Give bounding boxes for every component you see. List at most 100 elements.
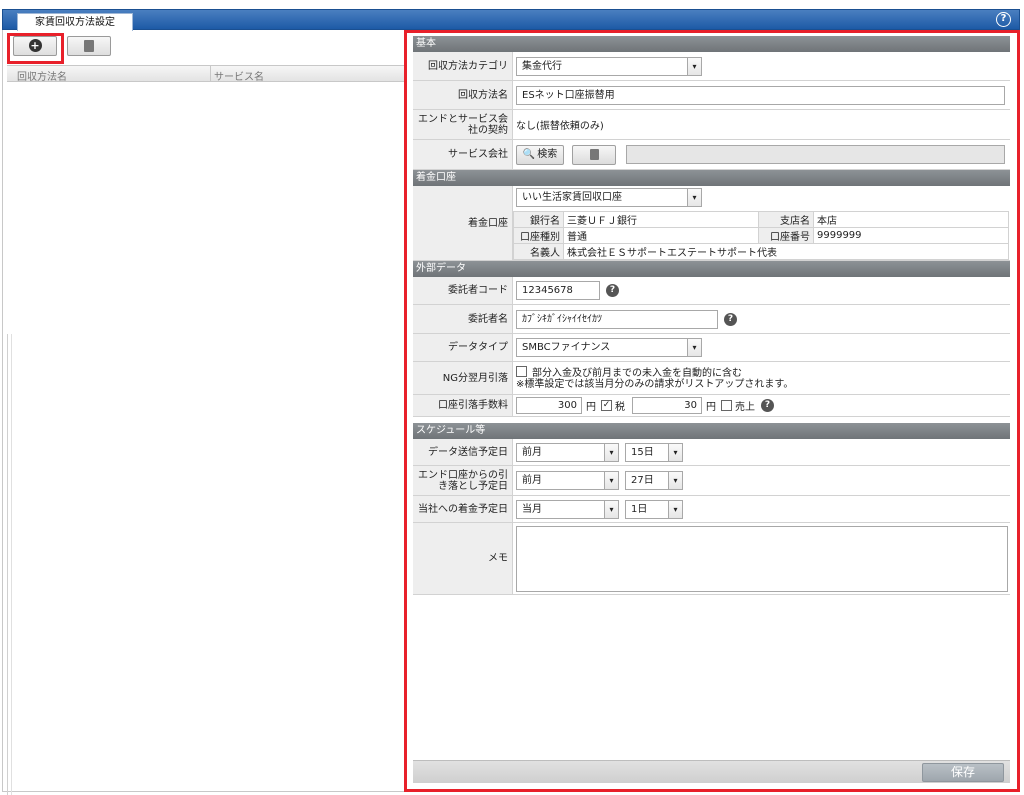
account-number-label: 口座番号 [758, 227, 814, 244]
trash-icon [84, 40, 94, 52]
method-name-input[interactable]: ESネット口座振替用 [516, 85, 1005, 105]
sales-checkbox[interactable] [721, 400, 732, 411]
row-send-date: データ送信予定日 前月 ▾ 15日 ▾ [413, 439, 1010, 466]
row-deposit-account: 着金口座 いい生活家賃回収口座 ▾ 銀行名 三菱ＵＦＪ銀行 支店名 本店 口座種… [413, 186, 1010, 261]
consignor-code-input[interactable]: 12345678 [516, 281, 600, 300]
column-header-method-name[interactable]: 回収方法名 [17, 68, 67, 83]
row-debit-date: エンド口座からの引き落とし予定日 前月 ▾ 27日 ▾ [413, 466, 1010, 496]
section-header-schedule: スケジュール等 [413, 423, 1010, 439]
sales-label: 売上 [735, 402, 755, 413]
arrival-day-value: 1日 [631, 503, 648, 515]
collection-method-list-panel: + 回収方法名 サービス名 [2, 30, 405, 795]
consignor-name-input[interactable]: ｶﾌﾞｼｷｶﾞｲｼｬｲｲｾｲｶﾂ [516, 309, 718, 329]
list-header: 回収方法名 サービス名 [7, 65, 405, 83]
bank-name-value: 三菱ＵＦＪ銀行 [563, 211, 759, 228]
form-footer: 保存 [413, 760, 1010, 783]
bank-info-table: 銀行名 三菱ＵＦＪ銀行 支店名 本店 口座種別 普通 口座番号 9999999 … [513, 211, 1009, 260]
chevron-down-icon[interactable]: ▾ [604, 472, 618, 489]
memo-textarea[interactable] [516, 525, 1008, 592]
contract-label: エンドとサービス会社の契約 [413, 110, 513, 139]
help-icon[interactable]: ? [724, 312, 737, 326]
column-header-service-name[interactable]: サービス名 [214, 68, 264, 83]
row-memo: メモ [413, 523, 1010, 595]
add-button[interactable]: + [13, 36, 57, 56]
account-holder-value: 株式会社ＥＳサポートエステートサポート代表 [563, 243, 1009, 260]
arrival-month-select[interactable]: 当月 ▾ [516, 499, 619, 519]
chevron-down-icon[interactable]: ▾ [604, 500, 618, 518]
window-titlebar: 家賃回収方法設定 ? [2, 9, 1020, 31]
debit-day-value: 27日 [631, 475, 654, 486]
chevron-down-icon[interactable]: ▾ [687, 339, 701, 356]
send-date-label: データ送信予定日 [413, 439, 513, 465]
bank-name-label: 銀行名 [513, 211, 564, 228]
arrival-month-value: 当月 [522, 503, 542, 515]
category-select[interactable]: 集金代行 ▾ [516, 56, 702, 76]
method-name-label: 回収方法名 [413, 81, 513, 109]
chevron-down-icon[interactable]: ▾ [668, 472, 682, 489]
help-icon[interactable]: ? [606, 284, 619, 297]
row-ng-next-month: NG分翌月引落 部分入金及び前月までの未入金を自動的に含む ※標準設定では該当月… [413, 362, 1010, 395]
row-consignor-code: 委託者コード 12345678 ? [413, 277, 1010, 305]
data-type-label: データタイプ [413, 334, 513, 361]
send-month-value: 前月 [522, 446, 542, 458]
account-type-label: 口座種別 [513, 227, 564, 244]
section-header-basic: 基本 [413, 36, 1010, 52]
send-month-select[interactable]: 前月 ▾ [516, 442, 619, 462]
tax-input[interactable]: 30 [632, 397, 702, 414]
tax-label: 税 [615, 402, 625, 413]
chevron-down-icon[interactable]: ▾ [687, 189, 701, 206]
list-border [7, 334, 8, 795]
detail-form: 基本 回収方法カテゴリ 集金代行 ▾ 回収方法名 ESネット口座振替用 エンドと… [413, 36, 1010, 595]
contract-value: なし(振替依頼のみ) [516, 121, 604, 132]
include-unpaid-checkbox[interactable] [516, 366, 527, 377]
clear-service-button[interactable] [572, 144, 616, 165]
debit-month-value: 前月 [522, 475, 542, 486]
data-type-select[interactable]: SMBCファイナンス ▾ [516, 338, 702, 357]
debit-month-select[interactable]: 前月 ▾ [516, 471, 619, 490]
category-label: 回収方法カテゴリ [413, 52, 513, 80]
tab-rent-collection-settings[interactable]: 家賃回収方法設定 [17, 13, 133, 31]
chevron-down-icon[interactable]: ▾ [604, 443, 618, 461]
ng-note: ※標準設定では該当月分のみの請求がリストアップされます。 [516, 379, 794, 390]
row-service-company: サービス会社 🔍 検索 [413, 140, 1010, 170]
chevron-down-icon[interactable]: ▾ [687, 57, 701, 75]
account-type-value: 普通 [563, 227, 759, 244]
debit-date-label: エンド口座からの引き落とし予定日 [413, 466, 513, 495]
service-company-field [626, 145, 1005, 164]
search-icon: 🔍 [522, 148, 536, 160]
ng-next-month-label: NG分翌月引落 [413, 362, 513, 394]
debit-fee-input[interactable]: 300 [516, 397, 582, 414]
help-icon[interactable]: ? [996, 12, 1011, 27]
row-debit-fee: 口座引落手数料 300 円 ✓ 税 30 円 売上 ? [413, 395, 1010, 417]
branch-name-label: 支店名 [758, 211, 814, 228]
branch-name-value: 本店 [813, 211, 1009, 228]
row-arrival-date: 当社への着金予定日 当月 ▾ 1日 ▾ [413, 496, 1010, 523]
account-number-value: 9999999 [813, 227, 1009, 244]
consignor-code-label: 委託者コード [413, 277, 513, 304]
service-company-label: サービス会社 [413, 140, 513, 169]
section-header-deposit: 着金口座 [413, 170, 1010, 186]
chevron-down-icon[interactable]: ▾ [668, 500, 682, 518]
delete-button[interactable] [67, 36, 111, 56]
send-day-select[interactable]: 15日 ▾ [625, 442, 683, 462]
tax-checkbox[interactable]: ✓ [601, 400, 612, 411]
arrival-date-label: 当社への着金予定日 [413, 496, 513, 522]
debit-day-select[interactable]: 27日 ▾ [625, 471, 683, 490]
row-data-type: データタイプ SMBCファイナンス ▾ [413, 334, 1010, 362]
category-select-value: 集金代行 [522, 60, 562, 72]
chevron-down-icon[interactable]: ▾ [668, 443, 682, 461]
help-icon[interactable]: ? [761, 399, 774, 412]
row-method-name: 回収方法名 ESネット口座振替用 [413, 81, 1010, 110]
save-button[interactable]: 保存 [922, 763, 1004, 782]
consignor-name-label: 委託者名 [413, 305, 513, 333]
row-category: 回収方法カテゴリ 集金代行 ▾ [413, 52, 1010, 81]
arrival-day-select[interactable]: 1日 ▾ [625, 499, 683, 519]
account-holder-label: 名義人 [513, 243, 564, 260]
deposit-account-select[interactable]: いい生活家賃回収口座 ▾ [516, 188, 702, 207]
section-header-external: 外部データ [413, 261, 1010, 277]
trash-icon [589, 149, 599, 160]
row-consignor-name: 委託者名 ｶﾌﾞｼｷｶﾞｲｼｬｲｲｾｲｶﾂ ? [413, 305, 1010, 334]
search-button[interactable]: 🔍 検索 [516, 144, 564, 165]
deposit-account-select-value: いい生活家賃回収口座 [522, 192, 622, 203]
tax-unit: 円 [706, 402, 716, 413]
